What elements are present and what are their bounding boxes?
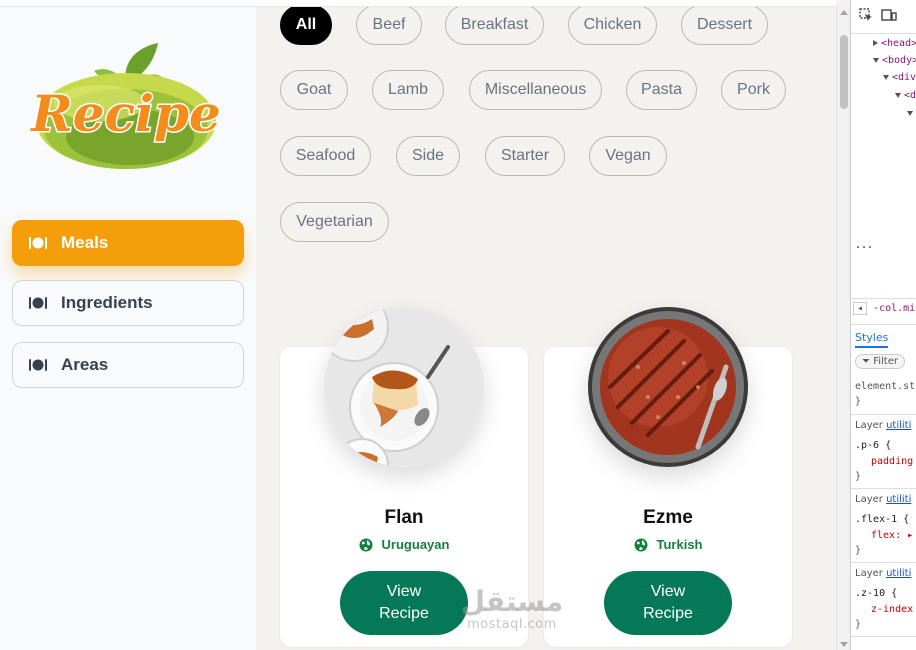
meal-area-label: Turkish <box>656 537 703 552</box>
rule-selector: .flex-1 { <box>855 514 910 525</box>
utensils-icon <box>29 358 47 372</box>
recipe-logo[interactable]: Recipe <box>28 39 222 179</box>
dom-node-div[interactable]: <div <box>883 72 916 83</box>
globe-icon <box>634 538 648 552</box>
dom-node-head[interactable]: <head> <box>873 38 916 49</box>
styles-filter-input[interactable]: ⏷ Filter <box>855 354 905 369</box>
devtools-toolbar <box>851 0 916 34</box>
nav-label: Meals <box>61 233 109 252</box>
view-recipe-line2: Recipe <box>379 605 429 622</box>
nav-label: Areas <box>61 355 109 374</box>
meal-card: Flan Uruguayan View Recipe <box>280 307 528 647</box>
category-chip-vegan[interactable]: Vegan <box>589 136 667 176</box>
category-chip-vegetarian[interactable]: Vegetarian <box>280 202 389 242</box>
utensils-icon <box>29 236 47 250</box>
scroll-down-arrow-icon[interactable] <box>840 642 848 647</box>
meal-image-flan[interactable] <box>324 307 484 467</box>
meal-area: Turkish <box>544 537 792 552</box>
rule-close-brace: } <box>855 471 862 482</box>
meal-image-ezme[interactable] <box>588 307 748 467</box>
rule-selector: .p-6 { <box>855 440 892 451</box>
nav-label: Ingredients <box>61 293 153 312</box>
meal-area: Uruguayan <box>280 537 528 552</box>
breadcrumb-left-arrow-icon[interactable]: ◂ <box>853 302 868 315</box>
category-chip-chicken[interactable]: Chicken <box>568 7 657 45</box>
view-recipe-line1: View <box>650 583 686 600</box>
category-chip-goat[interactable]: Goat <box>280 70 348 110</box>
rule-selector: .z-10 { <box>855 588 898 599</box>
nav-item-ingredients[interactable]: Ingredients <box>12 280 244 326</box>
main-content: All Beef Breakfast Chicken Dessert Goat … <box>256 7 836 650</box>
view-recipe-button[interactable]: View Recipe <box>340 571 468 635</box>
filter-placeholder: Filter <box>873 356 898 367</box>
device-toolbar-icon[interactable] <box>881 8 897 25</box>
rule-property[interactable]: padding <box>871 456 913 467</box>
view-recipe-line2: Recipe <box>643 605 693 622</box>
dom-node-body[interactable]: <body> <box>873 55 916 66</box>
rule-close-brace: } <box>855 619 862 630</box>
element-style-rule: element.st <box>855 381 916 392</box>
meal-name: Ezme <box>643 507 693 528</box>
category-chip-breakfast[interactable]: Breakfast <box>445 7 544 45</box>
filter-icon: ⏷ <box>862 356 870 367</box>
meal-card: Ezme Turkish View Recipe <box>544 307 792 647</box>
category-chip-lamb[interactable]: Lamb <box>372 70 444 110</box>
view-recipe-line1: View <box>386 583 422 600</box>
globe-icon <box>359 538 373 552</box>
devtools-panel: <head> <body> <div <d ... ◂ -col.mi Styl… <box>850 0 916 650</box>
breadcrumb-class[interactable]: -col.mi <box>873 303 915 314</box>
logo-graphic: Recipe <box>28 43 222 169</box>
category-chip-pork[interactable]: Pork <box>721 70 786 110</box>
nav-item-areas[interactable]: Areas <box>12 342 244 388</box>
browser-top-bar <box>0 0 836 7</box>
dom-node-collapsed[interactable] <box>907 108 916 119</box>
dom-node-div-child[interactable]: <d <box>895 90 916 101</box>
meal-name: Flan <box>384 507 424 528</box>
view-recipe-button[interactable]: View Recipe <box>604 571 732 635</box>
scroll-thumb[interactable] <box>840 35 848 109</box>
category-chip-starter[interactable]: Starter <box>485 136 565 176</box>
layer-link[interactable]: utiliti <box>886 568 911 579</box>
category-chip-seafood[interactable]: Seafood <box>280 136 371 176</box>
scroll-up-arrow-icon[interactable] <box>840 10 848 15</box>
layer-link[interactable]: utiliti <box>886 420 911 431</box>
rule-close-brace: } <box>855 545 862 556</box>
rule-property[interactable]: flex: ▸ <box>871 530 913 541</box>
inspect-element-icon[interactable] <box>859 8 873 25</box>
dom-ellipsis[interactable]: ... <box>855 240 873 251</box>
layer-label: Layer utiliti <box>855 568 912 579</box>
sidebar: Recipe Meals Ingredients Areas <box>0 7 256 650</box>
utensils-icon <box>29 296 47 310</box>
tab-styles[interactable]: Styles <box>855 331 889 348</box>
category-chip-dessert[interactable]: Dessert <box>681 7 768 45</box>
layer-label: Layer utiliti <box>855 420 912 431</box>
category-chip-miscellaneous[interactable]: Miscellaneous <box>469 70 602 110</box>
category-chip-all[interactable]: All <box>280 7 332 45</box>
meal-area-label: Uruguayan <box>381 537 450 552</box>
category-chip-beef[interactable]: Beef <box>356 7 422 45</box>
nav-item-meals[interactable]: Meals <box>12 220 244 266</box>
layer-label: Layer utiliti <box>855 494 912 505</box>
layer-link[interactable]: utiliti <box>886 494 911 505</box>
logo-text: Recipe <box>30 84 221 143</box>
rule-close-brace: } <box>855 396 862 407</box>
category-chip-side[interactable]: Side <box>396 136 460 176</box>
breadcrumb-bar[interactable]: ◂ -col.mi <box>853 302 915 315</box>
page-scrollbar[interactable] <box>836 7 850 650</box>
rule-property[interactable]: z-index <box>871 604 913 615</box>
category-chip-pasta[interactable]: Pasta <box>626 70 697 110</box>
